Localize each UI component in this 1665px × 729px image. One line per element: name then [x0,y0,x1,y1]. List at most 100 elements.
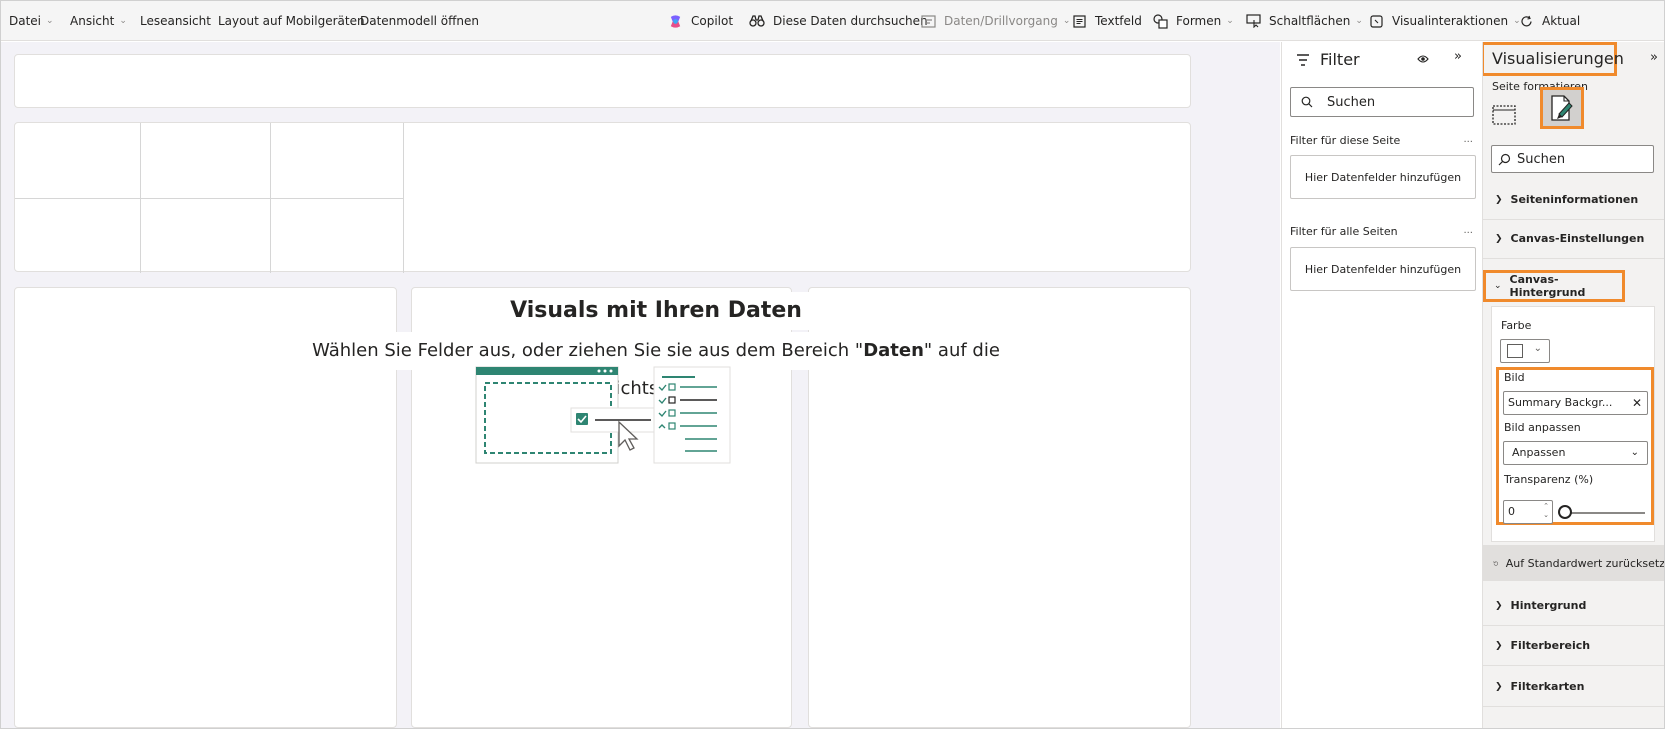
build-visual-icon[interactable] [1491,100,1517,126]
canvas-background-card: Farbe ⌄ Bild Summary Backgr... ✕ Bild an… [1491,306,1655,542]
undo-icon [1493,560,1498,566]
menu-datei[interactable]: Datei ⌄ [9,1,54,40]
visualizations-title: Visualisierungen [1483,42,1624,76]
filter-title: Filter [1320,50,1360,69]
ribbon-toolbar: Datei ⌄ Ansicht ⌄ Leseansicht Layout auf M… [1,1,1664,41]
empty-state-title: Visuals mit Ihren Daten erstellen [461,292,851,361]
search-data-button[interactable]: Diese Daten durchsuchen [749,1,928,40]
textbox-icon [1071,13,1087,29]
filter-header: Filter [1296,50,1360,69]
shapes-button[interactable]: Formen ⌄ [1152,1,1234,40]
drill-label: Daten/Drillvorgang [944,14,1058,28]
transparency-label: Transparenz (%) [1504,473,1594,486]
refresh-button[interactable]: Aktual [1518,1,1581,40]
section-label: Hintergrund [1510,599,1587,612]
stepper-arrows-icon[interactable]: ⌃ ⌄ [1543,502,1549,520]
section-seiteninformationen[interactable]: ❯ Seiteninformationen [1483,180,1664,220]
transparency-slider[interactable] [1565,512,1645,514]
shapes-icon [1152,13,1168,29]
image-input[interactable]: Summary Backgr... ✕ [1503,391,1648,415]
image-settings-group: Bild Summary Backgr... ✕ Bild anpassen A… [1496,367,1654,525]
search-icon [1301,96,1313,108]
chevron-down-icon: ⌄ [1494,281,1502,291]
section-label: Filterkarten [1510,680,1585,693]
refresh-label: Aktual [1542,14,1581,28]
section-label: Filterbereich [1510,639,1591,652]
filter-search-input[interactable]: Suchen [1290,87,1474,117]
format-page-button[interactable] [1540,87,1584,129]
buttons-icon [1245,13,1261,29]
color-picker[interactable]: ⌄ [1500,339,1550,363]
image-value: Summary Backgr... [1508,396,1613,409]
section-filterkarten[interactable]: ❯ Filterkarten [1483,667,1664,707]
close-icon[interactable]: ✕ [1632,392,1642,414]
transparency-value: 0 [1508,505,1515,518]
eye-icon[interactable] [1417,53,1429,67]
empty-state-text-1: Wählen Sie Felder aus, oder ziehen Sie s… [312,340,864,361]
menu-ansicht-label: Ansicht [70,14,115,28]
viz-search-input[interactable]: Suchen [1491,145,1654,173]
image-fit-dropdown[interactable]: Anpassen ⌄ [1503,441,1648,465]
chevron-down-icon: ⌄ [1355,16,1363,26]
header-tile[interactable] [14,54,1191,108]
expand-pane-icon[interactable]: » [1650,50,1658,65]
menu-leseansicht-label: Leseansicht [140,14,211,28]
search-data-label: Diese Daten durchsuchen [773,14,928,28]
more-options-icon[interactable]: ... [1463,225,1473,236]
reset-label: Auf Standardwert zurücksetz [1505,556,1664,570]
more-options-icon[interactable]: ... [1463,134,1473,145]
section-canvas-einstellungen[interactable]: ❯ Canvas-Einstellungen [1483,219,1664,259]
collapse-filter-icon[interactable]: » [1454,49,1462,64]
textbox-button[interactable]: Textfeld [1071,1,1142,40]
section-filterbereich[interactable]: ❯ Filterbereich [1483,626,1664,666]
drill-icon [920,13,936,29]
format-brush-icon [1551,95,1573,121]
reset-default-button[interactable]: Auf Standardwert zurücksetz [1483,545,1664,581]
search-icon [1498,153,1511,165]
chevron-right-icon: ❯ [1495,600,1503,611]
filter-all-label: Filter für alle Seiten [1290,225,1398,238]
textbox-label: Textfeld [1095,14,1142,28]
slider-thumb[interactable] [1558,505,1572,519]
chevron-down-icon: ⌄ [1226,16,1234,26]
filter-all-dropzone[interactable]: Hier Datenfelder hinzufügen [1290,247,1476,291]
transparency-stepper[interactable]: 0 ⌃ ⌄ [1503,500,1553,524]
interactions-button[interactable]: Visualinteraktionen ⌄ [1368,1,1521,40]
grid-divider [403,123,404,273]
filter-icon [1297,53,1309,66]
copilot-button[interactable]: Copilot [667,1,733,40]
section-hintergrund[interactable]: ❯ Hintergrund [1483,586,1664,626]
menu-ansicht[interactable]: Ansicht ⌄ [70,1,127,40]
chevron-down-icon: ⌄ [1062,16,1071,26]
menu-datei-label: Datei [9,14,42,28]
interactions-label: Visualinteraktionen [1392,14,1509,28]
menu-layout-mobil[interactable]: Layout auf Mobilgeräten [218,1,365,40]
color-label: Farbe [1501,319,1532,332]
chevron-down-icon: ⌄ [1630,447,1639,458]
filter-search-placeholder: Suchen [1327,94,1376,110]
chevron-down-icon: ⌄ [119,16,127,26]
fit-value: Anpassen [1512,446,1566,459]
viz-search-placeholder: Suchen [1517,151,1566,167]
visualizations-pane: Visualisierungen » Seite formatieren Suc… [1482,42,1664,728]
grid-divider [15,198,403,199]
buttons-label: Schaltflächen [1269,14,1351,28]
section-label: Seiteninformationen [1510,193,1639,206]
chevron-right-icon: ❯ [1495,681,1503,692]
copilot-icon [667,13,683,29]
filter-page-dropzone[interactable]: Hier Datenfelder hinzufügen [1290,155,1476,199]
section-canvas-hintergrund[interactable]: ⌄ Canvas-Hintergrund [1483,270,1625,302]
drill-button[interactable]: Daten/Drillvorgang ⌄ [920,1,1071,40]
filter-page-label: Filter für diese Seite [1290,134,1401,147]
image-label: Bild [1504,371,1525,384]
chevron-down-icon: ⌄ [1533,343,1542,354]
binoculars-icon [749,13,765,29]
kpi-tile[interactable] [14,122,1191,273]
empty-state-illustration [475,366,731,464]
empty-state-text-bold: Daten [863,340,924,361]
menu-leseansicht[interactable]: Leseansicht [140,1,211,40]
report-canvas[interactable]: Visuals mit Ihren Daten erstellen Wählen… [1,42,1280,728]
menu-datenmodell[interactable]: Datenmodell öffnen [360,1,480,40]
buttons-button[interactable]: Schaltflächen ⌄ [1245,1,1363,40]
menu-datenmodell-label: Datenmodell öffnen [360,14,480,28]
